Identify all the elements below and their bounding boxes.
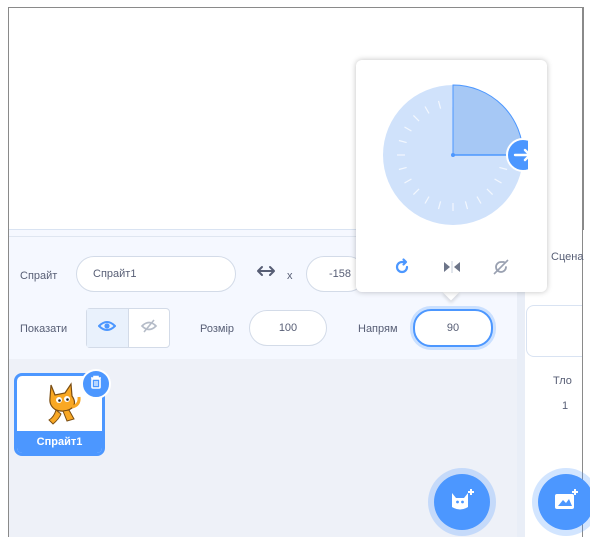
direction-label: Напрям (358, 323, 398, 335)
trash-icon (90, 375, 102, 394)
backdrops-label: Тло (553, 375, 572, 387)
image-add-icon (552, 487, 580, 518)
show-label: Показати (20, 323, 68, 335)
direction-dial[interactable] (378, 80, 528, 230)
x-position-icon (256, 264, 276, 283)
dial-center (451, 153, 455, 157)
x-position-value: -158 (329, 268, 352, 280)
choose-backdrop-button[interactable] (538, 474, 590, 530)
direction-popover (356, 60, 547, 292)
backdrops-count: 1 (562, 400, 569, 412)
direction-input[interactable]: 90 (413, 309, 493, 347)
rotate-all-around-icon[interactable] (392, 257, 412, 282)
delete-sprite-button[interactable] (81, 369, 111, 399)
sprite-name-input[interactable]: Спрайт1 (76, 256, 236, 292)
choose-sprite-button[interactable] (434, 474, 490, 530)
show-sprite-button[interactable] (87, 309, 129, 347)
dont-rotate-icon[interactable] (491, 257, 511, 282)
x-label: x (287, 270, 293, 282)
size-input[interactable]: 100 (249, 310, 327, 346)
size-value: 100 (278, 322, 298, 334)
eye-off-icon (140, 318, 158, 339)
sprite-name-value: Спрайт1 (93, 268, 137, 280)
stage-title: Сцена (551, 251, 584, 263)
hide-sprite-button[interactable] (129, 309, 170, 347)
direction-value: 90 (446, 322, 460, 334)
gui-border (582, 7, 583, 537)
size-label: Розмір (200, 323, 235, 335)
cat-add-icon (448, 487, 476, 518)
sprite-name-label: Спрайт (20, 270, 58, 282)
left-right-icon[interactable] (442, 260, 462, 279)
cat-sprite-thumbnail (41, 381, 83, 432)
visibility-toggle (86, 308, 170, 348)
stage-thumbnail[interactable] (526, 305, 582, 357)
sprite-tile-name: Спрайт1 (17, 431, 102, 453)
eye-icon (97, 319, 117, 338)
